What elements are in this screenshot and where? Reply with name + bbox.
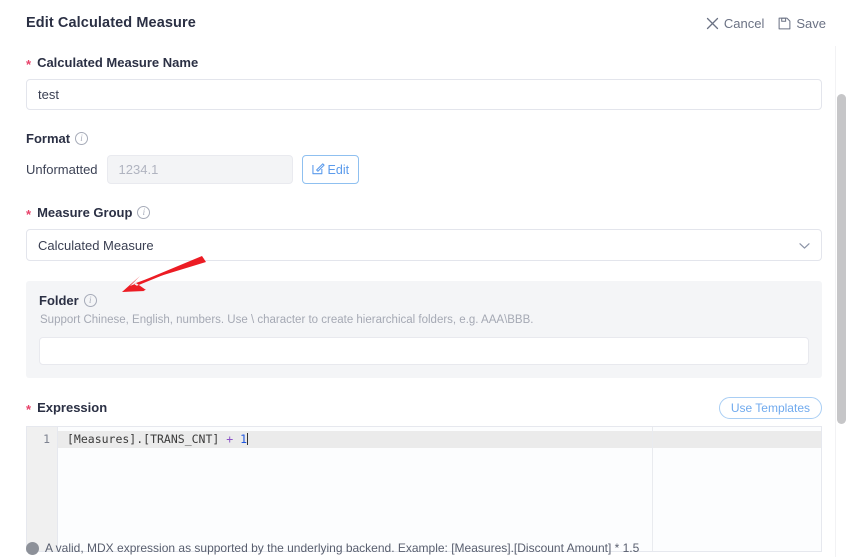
header-actions: Cancel Save	[706, 14, 826, 33]
format-mode-label: Unformatted	[26, 162, 98, 177]
measure-group-select[interactable]: Calculated Measure	[26, 229, 822, 261]
folder-label: Folder i	[39, 293, 809, 308]
vertical-scrollbar-thumb[interactable]	[837, 94, 846, 424]
line-number: 1	[43, 431, 50, 446]
format-edit-button-label: Edit	[327, 162, 350, 177]
folder-label-text: Folder	[39, 293, 79, 308]
info-icon[interactable]: i	[83, 294, 97, 307]
measure-name-label-text: Calculated Measure Name	[37, 55, 199, 70]
text-caret	[247, 432, 249, 445]
close-icon	[706, 17, 719, 30]
folder-input[interactable]	[39, 336, 809, 365]
save-disk-icon	[778, 17, 791, 30]
form-content: * Calculated Measure Name Format i Unfor…	[0, 46, 848, 557]
vertical-scrollbar-track[interactable]	[835, 46, 848, 557]
use-templates-button[interactable]: Use Templates	[718, 396, 822, 419]
measure-name-label: * Calculated Measure Name	[26, 55, 822, 72]
expression-code-editor[interactable]: 1 [Measures].[TRANS_CNT] + 1	[26, 425, 822, 552]
cancel-button-label: Cancel	[723, 15, 765, 31]
save-button-label: Save	[796, 15, 826, 31]
format-label-text: Format	[26, 131, 71, 146]
edit-calculated-measure-page: Edit Calculated Measure Cancel Save * Ca…	[0, 0, 848, 557]
editor-vertical-ruler	[652, 426, 653, 551]
expression-help-text: A valid, MDX expression as supported by …	[45, 541, 640, 555]
expression-label-text: Expression	[37, 400, 108, 416]
editor-gutter: 1	[27, 426, 58, 551]
format-sample-value: 1234.1	[106, 155, 293, 184]
format-label: Format i	[26, 131, 822, 146]
info-icon[interactable]: i	[137, 206, 151, 219]
code-token-number: 1	[240, 431, 248, 446]
measure-group-label: * Measure Group i	[26, 205, 822, 222]
page-title: Edit Calculated Measure	[26, 15, 196, 31]
measure-group-label-text: Measure Group	[37, 205, 133, 220]
expression-label: * Expression	[26, 400, 108, 418]
info-circle-icon	[26, 542, 39, 555]
info-icon[interactable]: i	[75, 132, 89, 145]
chevron-down-icon	[799, 238, 810, 253]
editor-empty-area[interactable]	[58, 448, 821, 551]
expression-header: * Expression Use Templates	[26, 396, 822, 419]
folder-hint-text: Support Chinese, English, numbers. Use \…	[40, 314, 534, 326]
format-row: Unformatted 1234.1 Edit	[26, 155, 822, 184]
code-line-1[interactable]: [Measures].[TRANS_CNT] + 1	[58, 430, 821, 448]
measure-name-input[interactable]	[26, 79, 822, 110]
pencil-edit-icon	[311, 162, 325, 178]
measure-group-selected-value: Calculated Measure	[38, 237, 154, 253]
format-edit-button[interactable]: Edit	[301, 155, 360, 184]
required-marker: *	[26, 57, 32, 72]
required-marker: *	[26, 402, 32, 418]
code-token-measure: [Measures].[TRANS_CNT]	[67, 431, 227, 446]
required-marker: *	[26, 207, 32, 222]
folder-section: Folder i Support Chinese, English, numbe…	[26, 281, 822, 378]
cancel-button[interactable]: Cancel	[706, 14, 764, 33]
save-button[interactable]: Save	[778, 14, 826, 33]
editor-code-area[interactable]: [Measures].[TRANS_CNT] + 1	[58, 426, 821, 551]
dialog-header: Edit Calculated Measure Cancel Save	[0, 0, 848, 46]
expression-help-note: A valid, MDX expression as supported by …	[26, 541, 826, 555]
